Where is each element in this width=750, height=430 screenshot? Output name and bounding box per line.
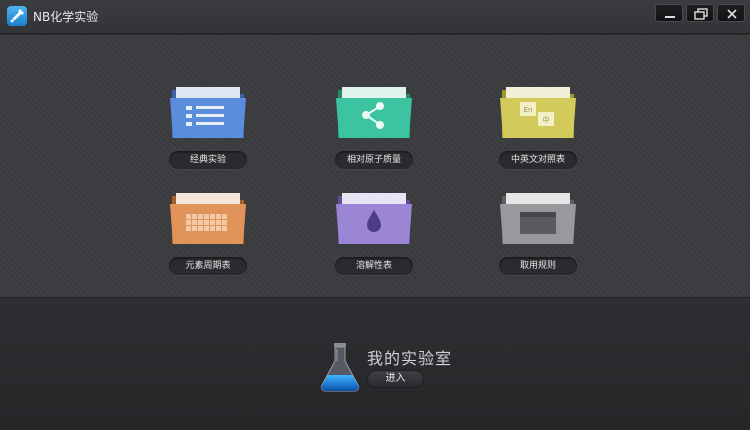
folder-droplet-icon <box>336 193 412 244</box>
close-icon <box>727 9 737 19</box>
my-lab-panel: 我的实验室 进入 <box>0 297 750 430</box>
app-logo-icon <box>7 6 27 26</box>
minimize-button[interactable] <box>655 4 683 22</box>
flask-icon[interactable] <box>316 341 364 393</box>
tile-label[interactable]: 溶解性表 <box>335 257 413 275</box>
restore-icon <box>694 8 708 20</box>
folder-translate-icon: En 中 <box>500 87 576 138</box>
folder-list-icon <box>170 87 246 138</box>
tile-label[interactable]: 元素周期表 <box>169 257 247 275</box>
tile-periodic-table[interactable]: 元素周期表 <box>148 190 268 310</box>
tile-label[interactable]: 相对原子质量 <box>335 151 413 169</box>
tile-grid: 经典实验 相对原子质量 En 中 中英文对照表 元素周期表 溶解性表 取用规则 <box>0 35 750 297</box>
restore-button[interactable] <box>686 4 714 22</box>
minimize-icon <box>665 16 675 18</box>
tile-label[interactable]: 经典实验 <box>169 151 247 169</box>
tile-usage-rules[interactable]: 取用规则 <box>478 190 598 310</box>
tile-label[interactable]: 取用规则 <box>499 257 577 275</box>
tile-classic-experiments[interactable]: 经典实验 <box>148 84 268 204</box>
enter-lab-button[interactable]: 进入 <box>367 370 424 388</box>
close-button[interactable] <box>717 4 745 22</box>
folder-window-icon <box>500 193 576 244</box>
tile-label[interactable]: 中英文对照表 <box>499 151 577 169</box>
tile-solubility-table[interactable]: 溶解性表 <box>314 190 434 310</box>
folder-grid-chart-icon <box>170 193 246 244</box>
my-lab-title: 我的实验室 <box>367 349 453 368</box>
svg-text:中: 中 <box>543 115 550 124</box>
folder-molecule-icon <box>336 87 412 138</box>
window-title: NB化学实验 <box>33 10 99 24</box>
tile-chinese-english-table[interactable]: En 中 中英文对照表 <box>478 84 598 204</box>
tile-relative-atomic-mass[interactable]: 相对原子质量 <box>314 84 434 204</box>
title-bar: NB化学实验 <box>0 0 750 34</box>
svg-text:En: En <box>524 106 533 114</box>
